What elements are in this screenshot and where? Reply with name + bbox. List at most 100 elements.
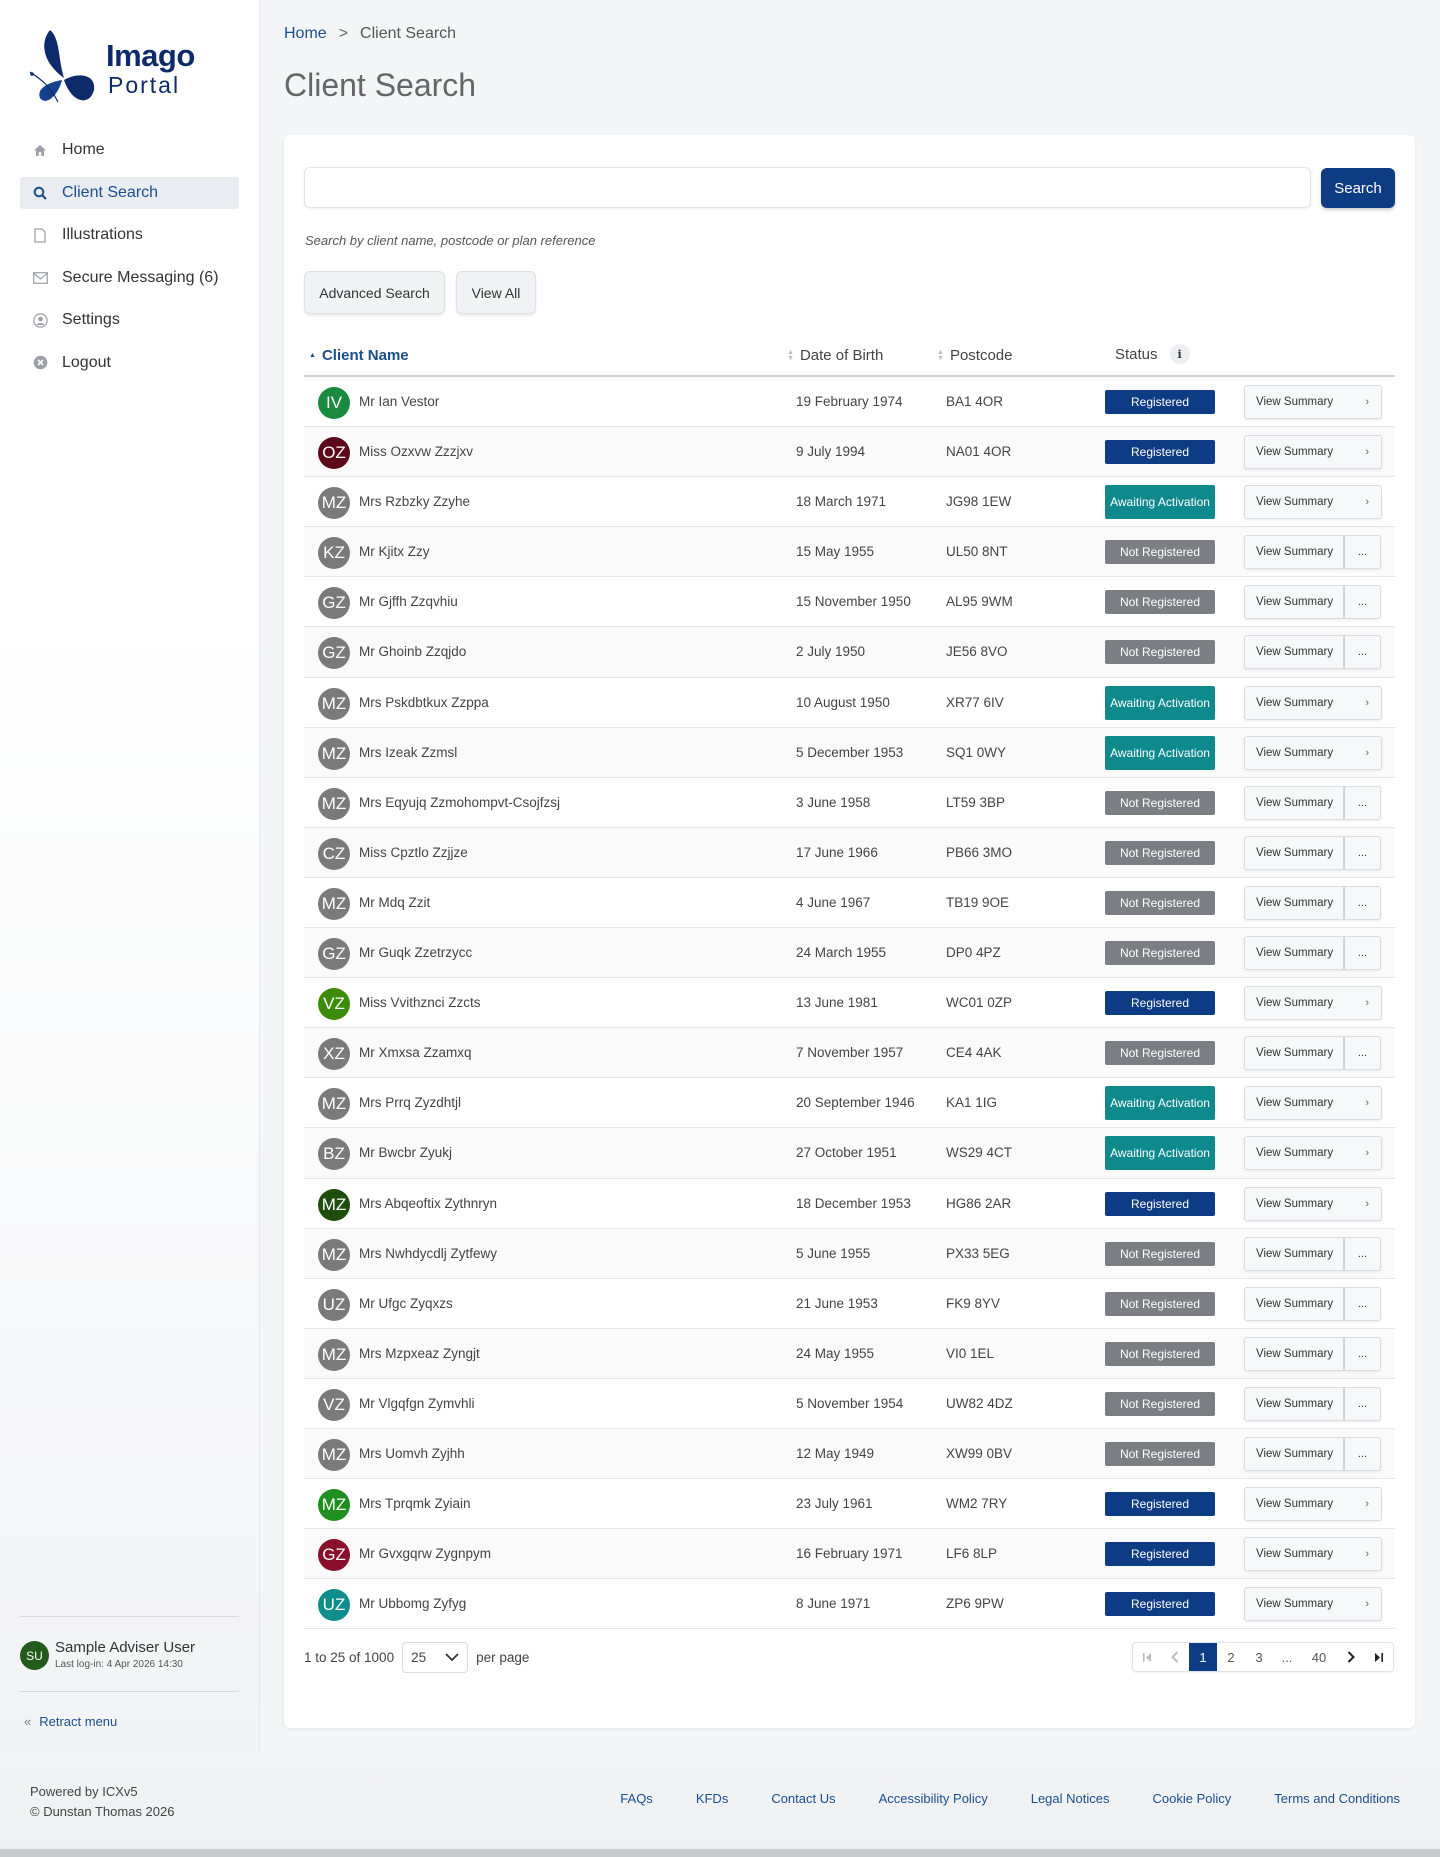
- footer-link-legal-notices[interactable]: Legal Notices: [1031, 1791, 1110, 1806]
- client-name[interactable]: Mrs Mzpxeaz Zyngjt: [359, 1346, 480, 1361]
- view-summary-button[interactable]: View Summary: [1244, 1436, 1344, 1471]
- view-summary-button[interactable]: View Summary ›: [1244, 685, 1382, 720]
- view-summary-button[interactable]: View Summary: [1244, 835, 1344, 870]
- view-summary-button[interactable]: View Summary ›: [1244, 986, 1382, 1021]
- page-button-1[interactable]: 1: [1189, 1643, 1217, 1671]
- view-summary-button[interactable]: View Summary: [1244, 535, 1344, 570]
- more-actions-button[interactable]: ...: [1344, 535, 1381, 570]
- page-button-40[interactable]: 40: [1301, 1643, 1337, 1671]
- previous-page-button[interactable]: [1161, 1643, 1189, 1671]
- view-summary-button[interactable]: View Summary: [1244, 585, 1344, 620]
- client-name[interactable]: Mrs Nwhdycdlj Zytfewy: [359, 1246, 497, 1261]
- view-summary-button[interactable]: View Summary: [1244, 1286, 1344, 1321]
- view-summary-button[interactable]: View Summary: [1244, 885, 1344, 920]
- client-name[interactable]: Miss Vvithznci Zzcts: [359, 995, 481, 1010]
- table-header: ▲ Client Name ▲ ▼ Date of Birth ▲ ▼ Postcode …: [304, 335, 1395, 377]
- view-summary-button[interactable]: View Summary ›: [1244, 1136, 1382, 1171]
- client-name[interactable]: Mr Ian Vestor: [359, 394, 439, 409]
- view-summary-button[interactable]: View Summary: [1244, 785, 1344, 820]
- client-name[interactable]: Mrs Izeak Zzmsl: [359, 745, 457, 760]
- client-name[interactable]: Mr Mdq Zzit: [359, 895, 430, 910]
- client-name[interactable]: Miss Ozxvw Zzzjxv: [359, 444, 473, 459]
- client-name[interactable]: Mr Guqk Zzetrzycc: [359, 945, 472, 960]
- more-actions-button[interactable]: ...: [1344, 635, 1381, 670]
- search-input[interactable]: [304, 167, 1311, 208]
- client-name[interactable]: Mr Ufgc Zyqxzs: [359, 1296, 453, 1311]
- retract-menu-link[interactable]: « Retract menu: [24, 1714, 117, 1729]
- first-page-button[interactable]: [1133, 1643, 1161, 1671]
- breadcrumb-home[interactable]: Home: [284, 25, 327, 42]
- footer-link-cookie-policy[interactable]: Cookie Policy: [1153, 1791, 1232, 1806]
- column-header-date-of-birth[interactable]: ▲ ▼ Date of Birth: [787, 347, 883, 364]
- more-actions-button[interactable]: ...: [1344, 585, 1381, 620]
- footer-link-terms-and-conditions[interactable]: Terms and Conditions: [1274, 1791, 1400, 1806]
- view-summary-button[interactable]: View Summary: [1244, 1236, 1344, 1271]
- view-summary-button[interactable]: View Summary ›: [1244, 1487, 1382, 1522]
- footer-link-contact-us[interactable]: Contact Us: [771, 1791, 835, 1806]
- next-page-button[interactable]: [1337, 1643, 1365, 1671]
- client-name[interactable]: Mr Ghoinb Zzqjdo: [359, 644, 466, 659]
- view-summary-button[interactable]: View Summary ›: [1244, 1537, 1382, 1572]
- advanced-search-button[interactable]: Advanced Search: [304, 271, 445, 314]
- nav-item-logout[interactable]: Logout: [20, 347, 239, 379]
- client-name[interactable]: Mrs Uomvh Zyjhh: [359, 1446, 465, 1461]
- user-profile[interactable]: SU Sample Adviser User Last log-in: 4 Ap…: [20, 1639, 239, 1675]
- more-actions-button[interactable]: ...: [1344, 1336, 1381, 1371]
- last-page-button[interactable]: [1365, 1643, 1393, 1671]
- search-button[interactable]: Search: [1321, 168, 1395, 208]
- view-summary-button[interactable]: View Summary ›: [1244, 1186, 1382, 1221]
- imago-portal-logo[interactable]: Imago Portal: [28, 28, 198, 108]
- nav-item-settings[interactable]: Settings: [20, 304, 239, 336]
- nav-item-home[interactable]: Home: [20, 134, 239, 166]
- client-name[interactable]: Mr Xmxsa Zzamxq: [359, 1045, 472, 1060]
- view-summary-button[interactable]: View Summary: [1244, 1386, 1344, 1421]
- view-summary-button[interactable]: View Summary ›: [1244, 735, 1382, 770]
- nav-item-client-search[interactable]: Client Search: [20, 176, 239, 209]
- more-actions-button[interactable]: ...: [1344, 1036, 1381, 1071]
- view-all-button[interactable]: View All: [456, 271, 536, 314]
- client-name[interactable]: Mr Gvxgqrw Zygnpym: [359, 1546, 491, 1561]
- footer-link-kfds[interactable]: KFDs: [696, 1791, 729, 1806]
- more-actions-button[interactable]: ...: [1344, 785, 1381, 820]
- client-name[interactable]: Mr Vlgqfgn Zymvhli: [359, 1396, 475, 1411]
- main-nav: Home Client Search Illustrations Secure …: [20, 134, 239, 389]
- view-summary-button[interactable]: View Summary: [1244, 635, 1344, 670]
- view-summary-button[interactable]: View Summary: [1244, 1036, 1344, 1071]
- client-name[interactable]: Mr Bwcbr Zyukj: [359, 1145, 452, 1160]
- client-name[interactable]: Mrs Eqyujq Zzmohompvt-Csojfzsj: [359, 795, 560, 810]
- postcode: AL95 9WM: [946, 594, 1013, 610]
- client-name[interactable]: Mrs Tprqmk Zyiain: [359, 1496, 471, 1511]
- more-actions-button[interactable]: ...: [1344, 835, 1381, 870]
- view-summary-button[interactable]: View Summary ›: [1244, 385, 1382, 419]
- client-name[interactable]: Mr Ubbomg Zyfyg: [359, 1596, 466, 1611]
- more-actions-button[interactable]: ...: [1344, 1236, 1381, 1271]
- more-actions-button[interactable]: ...: [1344, 1286, 1381, 1321]
- view-summary-button[interactable]: View Summary ›: [1244, 1587, 1382, 1622]
- client-name[interactable]: Mrs Prrq Zyzdhtjl: [359, 1095, 461, 1110]
- footer-link-accessibility-policy[interactable]: Accessibility Policy: [879, 1791, 988, 1806]
- nav-item-secure-messaging[interactable]: Secure Messaging (6): [20, 262, 239, 294]
- client-name[interactable]: Mr Kjitx Zzy: [359, 544, 430, 559]
- more-actions-button[interactable]: ...: [1344, 1386, 1381, 1421]
- page-button-3[interactable]: 3: [1245, 1643, 1273, 1671]
- footer-link-faqs[interactable]: FAQs: [620, 1791, 653, 1806]
- view-summary-button[interactable]: View Summary ›: [1244, 485, 1382, 520]
- client-name[interactable]: Miss Cpztlo Zzjjze: [359, 845, 468, 860]
- nav-item-illustrations[interactable]: Illustrations: [20, 219, 239, 251]
- client-name[interactable]: Mrs Abqeoftix Zythnryn: [359, 1196, 497, 1211]
- more-actions-button[interactable]: ...: [1344, 936, 1381, 971]
- view-summary-button[interactable]: View Summary: [1244, 936, 1344, 971]
- page-size-select[interactable]: 25: [402, 1642, 469, 1673]
- view-summary-button[interactable]: View Summary ›: [1244, 435, 1382, 470]
- view-summary-button[interactable]: View Summary: [1244, 1336, 1344, 1371]
- info-icon[interactable]: i: [1169, 344, 1190, 364]
- page-button-2[interactable]: 2: [1217, 1643, 1245, 1671]
- view-summary-button[interactable]: View Summary ›: [1244, 1086, 1382, 1121]
- client-name[interactable]: Mrs Pskdbtkux Zzppa: [359, 695, 489, 710]
- column-header-postcode[interactable]: ▲ ▼ Postcode: [937, 347, 1012, 364]
- column-header-client-name[interactable]: ▲ Client Name: [309, 347, 409, 364]
- client-name[interactable]: Mrs Rzbzky Zzyhe: [359, 494, 470, 509]
- more-actions-button[interactable]: ...: [1344, 1436, 1381, 1471]
- more-actions-button[interactable]: ...: [1344, 885, 1381, 920]
- client-name[interactable]: Mr Gjffh Zzqvhiu: [359, 594, 458, 609]
